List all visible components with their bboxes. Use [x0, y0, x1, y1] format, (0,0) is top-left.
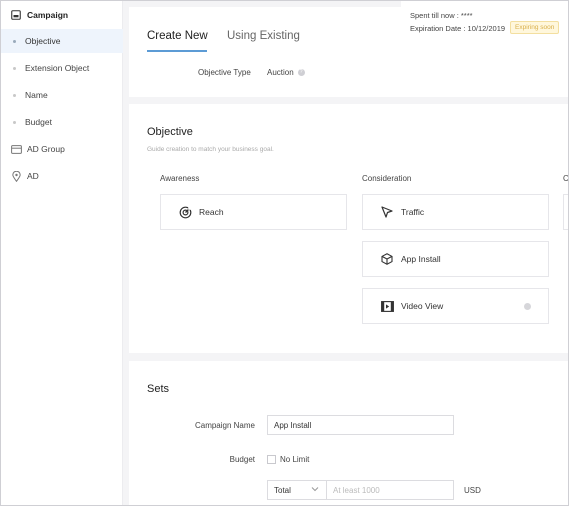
no-limit-checkbox[interactable] — [267, 455, 276, 464]
expiring-soon-badge: Expiring soon — [510, 21, 560, 34]
bullet-icon — [13, 93, 16, 97]
card-label: Traffic — [401, 207, 425, 217]
bullet-icon — [13, 120, 16, 124]
sidebar-item-label: AD Group — [27, 144, 65, 154]
column-heading-conversion: C — [563, 174, 569, 183]
objective-card-traffic[interactable]: Traffic — [362, 194, 549, 230]
currency-label: USD — [464, 486, 481, 495]
sidebar: Campaign Objective Extension Object Name… — [1, 1, 123, 505]
budget-type-select[interactable]: Total — [267, 480, 327, 500]
campaign-name-value: App Install — [274, 420, 312, 430]
sidebar-item-label: Name — [25, 90, 48, 100]
tab-create-new[interactable]: Create New — [147, 30, 208, 42]
reach-target-icon — [178, 205, 192, 219]
budget-amount-placeholder: At least 1000 — [333, 485, 380, 495]
location-pin-icon — [10, 170, 22, 182]
budget-type-value: Total — [274, 485, 291, 495]
objective-card-partial[interactable] — [563, 194, 568, 230]
budget-amount-input[interactable]: At least 1000 — [326, 480, 454, 500]
sidebar-item-budget[interactable]: Budget — [1, 110, 123, 134]
column-heading-consideration: Consideration — [362, 174, 412, 183]
campaign-name-label: Campaign Name — [194, 421, 255, 430]
tab-using-existing[interactable]: Using Existing — [227, 30, 300, 42]
app-frame: Campaign Objective Extension Object Name… — [0, 0, 569, 506]
active-tab-indicator — [147, 50, 207, 52]
sidebar-item-label: AD — [27, 171, 39, 181]
help-icon[interactable] — [524, 302, 531, 310]
cube-icon — [380, 252, 394, 266]
objective-card-reach[interactable]: Reach — [160, 194, 347, 230]
objective-type-value: Auction? — [267, 68, 305, 77]
card-label: Video View — [401, 301, 444, 311]
sidebar-item-extension-object[interactable]: Extension Object — [1, 56, 123, 80]
bullet-icon — [13, 39, 16, 43]
spent-till-now: Spent till now : **** — [410, 11, 473, 20]
column-heading-awareness: Awareness — [160, 174, 200, 183]
objective-section-subtitle: Guide creation to match your business go… — [147, 146, 274, 153]
cursor-arrow-icon — [380, 205, 394, 219]
sidebar-item-label: Extension Object — [25, 63, 90, 73]
objective-type-label: Objective Type — [198, 68, 251, 77]
campaign-name-input[interactable]: App Install — [267, 415, 454, 435]
objective-type-text: Auction — [267, 68, 294, 77]
account-info-strip: Spent till now : **** Expiration Date : … — [401, 1, 568, 39]
sets-panel: Sets Campaign Name App Install Budget No… — [129, 361, 568, 505]
objective-card-app-install[interactable]: App Install — [362, 241, 549, 277]
expiration-date: Expiration Date : 10/12/2019 — [410, 24, 506, 33]
sidebar-item-ad[interactable]: AD — [1, 164, 123, 188]
film-icon — [380, 299, 394, 313]
sidebar-item-campaign[interactable]: Campaign — [1, 3, 123, 27]
campaign-icon — [10, 9, 22, 21]
chevron-down-icon — [311, 485, 319, 495]
card-label: Reach — [199, 207, 224, 217]
bullet-icon — [13, 66, 16, 70]
sidebar-item-objective[interactable]: Objective — [1, 29, 123, 53]
sidebar-item-label: Campaign — [27, 10, 69, 20]
sidebar-item-label: Budget — [25, 117, 52, 127]
ad-group-icon — [10, 143, 22, 155]
budget-label: Budget — [229, 455, 255, 464]
objective-card-video-view[interactable]: Video View — [362, 288, 549, 324]
objective-panel: Objective Guide creation to match your b… — [129, 104, 569, 353]
no-limit-label: No Limit — [280, 455, 310, 464]
help-icon[interactable]: ? — [297, 69, 305, 77]
sidebar-item-label: Objective — [25, 36, 61, 46]
sidebar-item-name[interactable]: Name — [1, 83, 123, 107]
card-label: App Install — [401, 254, 441, 264]
sidebar-item-ad-group[interactable]: AD Group — [1, 137, 123, 161]
sets-section-title: Sets — [147, 383, 170, 395]
objective-section-title: Objective — [147, 126, 193, 138]
